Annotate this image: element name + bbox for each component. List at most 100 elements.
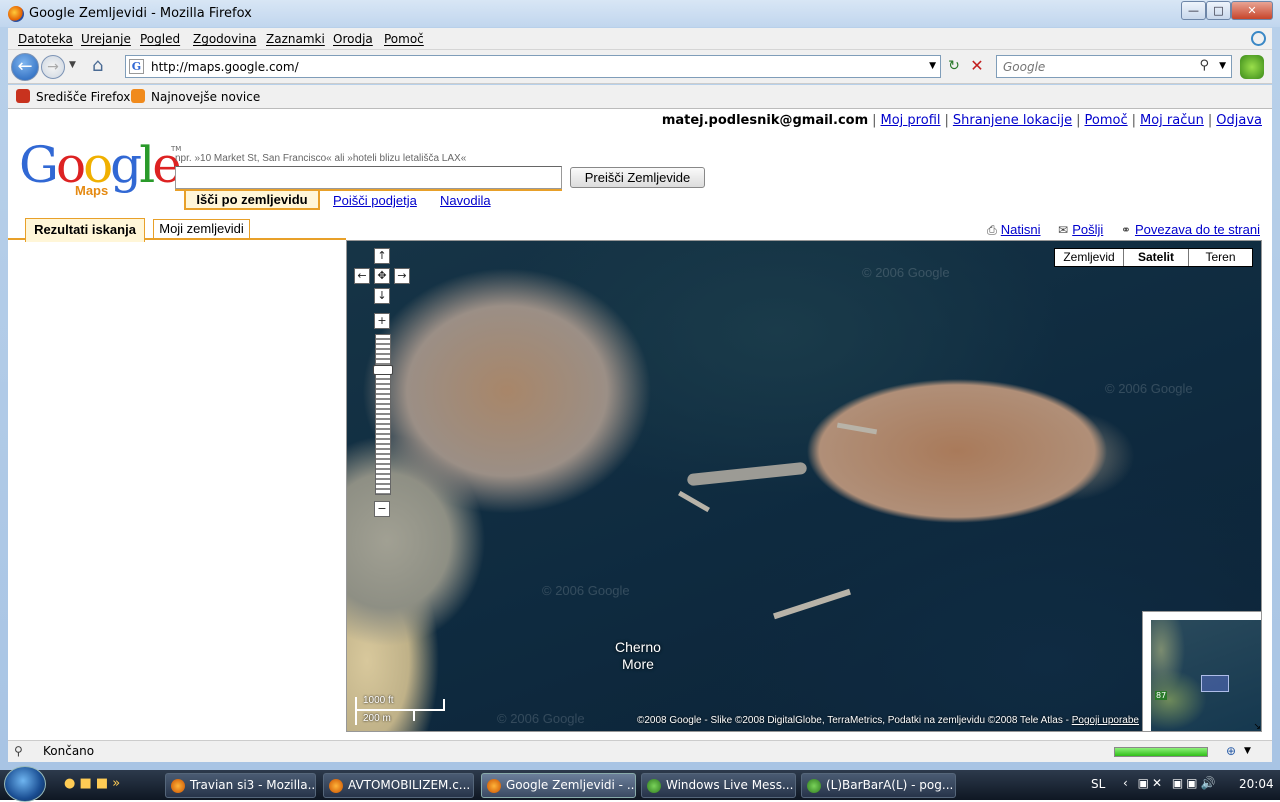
progress-bar bbox=[1114, 747, 1208, 757]
menu-pomoc[interactable]: Pomoč bbox=[384, 32, 424, 46]
link-icon: ⚭ bbox=[1120, 223, 1131, 237]
copyright-text: ©2008 Google - Slike ©2008 DigitalGlobe,… bbox=[636, 715, 1072, 726]
bookmark-firefox-center[interactable]: Središče Firefox bbox=[36, 90, 130, 104]
map-type-control: Zemljevid Satelit Teren bbox=[1054, 248, 1253, 267]
taskbar: ● ■ ■ » Travian si3 - Mozilla... AVTOMOB… bbox=[0, 766, 1280, 802]
search-maps-button[interactable]: Preišči Zemljevide bbox=[570, 167, 705, 188]
link-sign-out[interactable]: Odjava bbox=[1216, 113, 1262, 128]
bookmarks-toolbar: Središče Firefox Najnovejše novice bbox=[8, 85, 1272, 109]
satellite-map[interactable]: © 2006 Google © 2006 Google © 2006 Googl… bbox=[346, 240, 1262, 732]
tab-find-businesses[interactable]: Poišči podjetja bbox=[333, 193, 417, 208]
status-text: Končano bbox=[43, 744, 95, 758]
tab-my-maps[interactable]: Moji zemljevidi bbox=[153, 219, 250, 239]
mail-icon: ✉ bbox=[1058, 223, 1069, 237]
zoom-slider[interactable] bbox=[375, 334, 391, 495]
taskbar-item[interactable]: (L)BarBarA(L) - pog... bbox=[801, 773, 956, 798]
url-text[interactable]: http://maps.google.com/ bbox=[151, 60, 299, 74]
close-button[interactable]: ✕ bbox=[1231, 1, 1273, 20]
search-input[interactable] bbox=[1003, 59, 1193, 74]
addon-icon[interactable] bbox=[1240, 55, 1264, 79]
pan-center-icon[interactable]: ✥ bbox=[374, 268, 390, 284]
link-my-account[interactable]: Moj račun bbox=[1140, 113, 1204, 128]
link-saved-locations[interactable]: Shranjene lokacije bbox=[953, 113, 1072, 128]
url-dropdown-icon[interactable]: ▼ bbox=[929, 61, 936, 71]
search-engine-dropdown-icon[interactable]: ▼ bbox=[1219, 61, 1226, 71]
user-bar: matej.podlesnik@gmail.com | Moj profil | Shr… bbox=[661, 113, 1262, 128]
home-icon[interactable]: ⌂ bbox=[92, 56, 114, 78]
link-send[interactable]: Pošlji bbox=[1072, 222, 1103, 237]
overview-map-image[interactable]: 87 bbox=[1151, 620, 1261, 731]
taskbar-item[interactable]: Windows Live Mess... bbox=[641, 773, 796, 798]
map-watermark: © 2006 Google bbox=[497, 711, 585, 726]
map-watermark: © 2006 Google bbox=[542, 583, 630, 598]
pan-right-icon[interactable]: → bbox=[394, 268, 410, 284]
tab-search-map[interactable]: Išči po zemljevidu bbox=[184, 191, 320, 210]
firefox-bookmark-icon bbox=[16, 89, 30, 103]
link-print[interactable]: Natisni bbox=[1001, 222, 1041, 237]
print-icon: ⎙ bbox=[987, 223, 997, 237]
pan-up-icon[interactable]: ↑ bbox=[374, 248, 390, 264]
tab-search-results[interactable]: Rezultati iskanja bbox=[25, 218, 145, 242]
forward-button[interactable]: → bbox=[41, 55, 65, 79]
start-button[interactable] bbox=[4, 766, 46, 802]
pan-down-icon[interactable]: ↓ bbox=[374, 288, 390, 304]
minimize-button[interactable]: — bbox=[1181, 1, 1206, 20]
sea-label: Cherno More bbox=[615, 639, 661, 673]
maps-search-input[interactable] bbox=[175, 166, 562, 189]
search-hint: npr. »10 Market St, San Francisco« ali »… bbox=[175, 153, 467, 164]
tray-icons[interactable]: ‹ ▣✕ ▣▣🔊 bbox=[1123, 776, 1218, 790]
map-isthmus bbox=[686, 461, 808, 487]
menu-zaznamki[interactable]: Zaznamki bbox=[266, 32, 325, 46]
map-type-map-button[interactable]: Zemljevid bbox=[1055, 249, 1123, 266]
bookmark-latest-news[interactable]: Najnovejše novice bbox=[151, 90, 260, 104]
taskbar-item-active[interactable]: Google Zemljevidi - ... bbox=[481, 773, 636, 798]
search-icon[interactable]: ⚲ bbox=[1199, 58, 1209, 73]
menu-pogled[interactable]: Pogled bbox=[140, 32, 180, 46]
map-type-satellite-button[interactable]: Satelit bbox=[1123, 249, 1188, 266]
zoom-in-icon[interactable]: + bbox=[374, 313, 390, 329]
reload-icon[interactable]: ↻ bbox=[943, 56, 965, 78]
menu-zgodovina[interactable]: Zgodovina bbox=[193, 32, 257, 46]
zoom-slider-thumb[interactable] bbox=[373, 365, 393, 375]
find-icon[interactable]: ⚲ bbox=[14, 744, 23, 758]
link-help[interactable]: Pomoč bbox=[1085, 113, 1128, 128]
google-maps-logo[interactable]: Google Maps TM bbox=[19, 139, 182, 203]
taskbar-item[interactable]: AVTOMOBILIZEM.c... bbox=[323, 773, 474, 798]
logo-maps-label: Maps bbox=[75, 183, 109, 198]
navigation-toolbar: ← → ▼ ⌂ G http://maps.google.com/ ▼ ↻ ✕ … bbox=[8, 50, 1272, 84]
back-button[interactable]: ← bbox=[11, 53, 39, 81]
quick-launch[interactable]: ● ■ ■ » bbox=[64, 776, 120, 791]
language-indicator[interactable]: SL bbox=[1091, 777, 1105, 791]
zoom-icon[interactable]: ⊕ bbox=[1226, 744, 1236, 758]
zoom-out-icon[interactable]: − bbox=[374, 501, 390, 517]
tab-directions[interactable]: Navodila bbox=[440, 193, 491, 208]
browser-window: Google Zemljevidi - Mozilla Firefox — □ … bbox=[0, 0, 1280, 770]
user-email: matej.podlesnik@gmail.com bbox=[661, 113, 869, 128]
map-links: ⎙ Natisni ✉ Pošlji ⚭ Povezava do te strani bbox=[973, 222, 1260, 238]
overview-viewport-box[interactable] bbox=[1201, 675, 1229, 692]
zoom-dropdown-icon[interactable]: ▼ bbox=[1244, 746, 1251, 756]
menu-orodja[interactable]: Orodja bbox=[333, 32, 373, 46]
stop-icon[interactable]: ✕ bbox=[966, 56, 988, 78]
activity-throbber-icon bbox=[1251, 31, 1266, 46]
search-bar[interactable]: ⚲ ▼ bbox=[996, 55, 1232, 78]
road-label: 87 bbox=[1155, 691, 1168, 700]
overview-map[interactable]: 87 ↘ bbox=[1142, 611, 1261, 731]
maximize-button[interactable]: □ bbox=[1206, 1, 1231, 20]
menu-urejanje[interactable]: Urejanje bbox=[81, 32, 131, 46]
map-type-terrain-button[interactable]: Teren bbox=[1188, 249, 1252, 266]
rss-icon bbox=[131, 89, 145, 103]
link-my-profile[interactable]: Moj profil bbox=[881, 113, 941, 128]
map-north-pier bbox=[836, 422, 878, 435]
collapse-overview-icon[interactable]: ↘ bbox=[1253, 722, 1261, 731]
address-bar[interactable]: G http://maps.google.com/ ▼ bbox=[125, 55, 941, 78]
sea-label-line1: Cherno bbox=[615, 639, 661, 655]
history-dropdown-icon[interactable]: ▼ bbox=[69, 60, 76, 70]
taskbar-item[interactable]: Travian si3 - Mozilla... bbox=[165, 773, 316, 798]
clock[interactable]: 20:04 bbox=[1239, 777, 1274, 791]
pan-left-icon[interactable]: ← bbox=[354, 268, 370, 284]
menu-datoteka[interactable]: Datoteka bbox=[18, 32, 73, 46]
link-terms-of-use[interactable]: Pogoji uporabe bbox=[1072, 715, 1139, 726]
link-to-page[interactable]: Povezava do te strani bbox=[1135, 222, 1260, 237]
map-copyright: ©2008 Google - Slike ©2008 DigitalGlobe,… bbox=[637, 715, 1139, 726]
